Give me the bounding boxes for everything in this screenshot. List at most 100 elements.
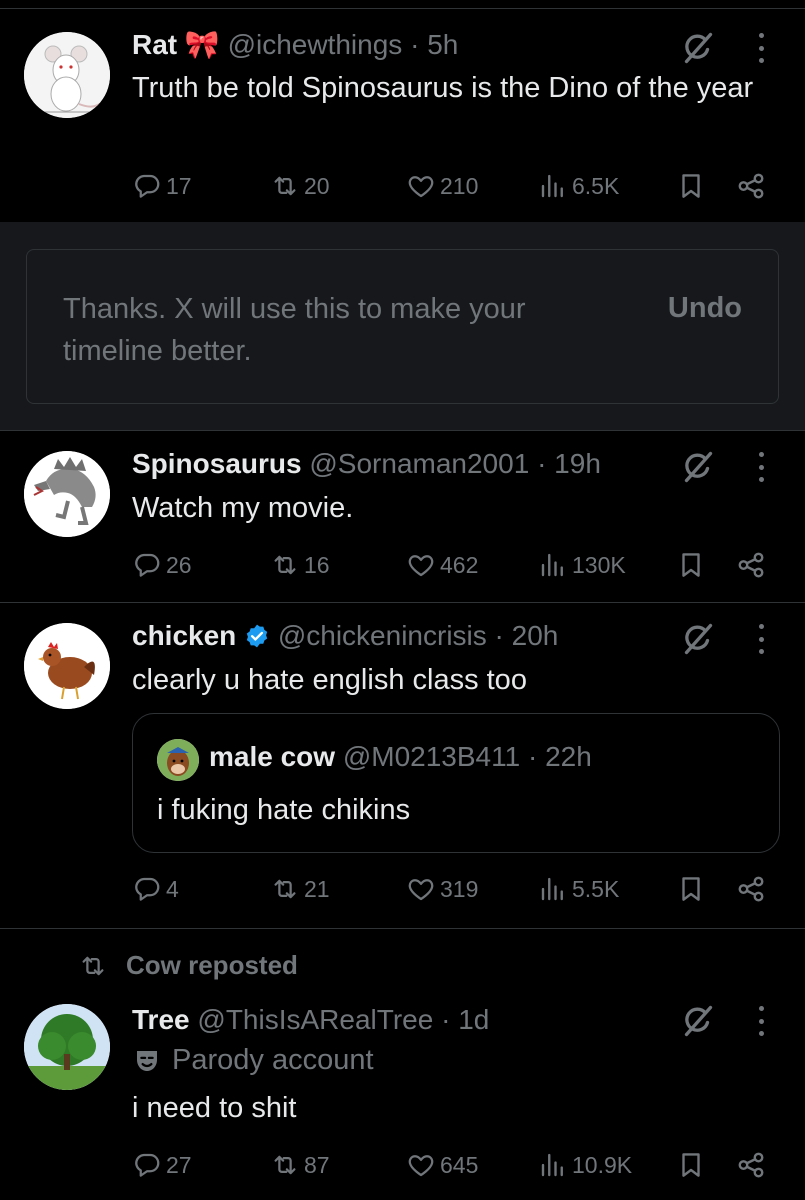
like-count: 319 — [440, 875, 479, 902]
views-icon — [538, 550, 568, 580]
more-options-icon[interactable] — [757, 33, 765, 63]
reply-button[interactable]: 26 — [132, 545, 192, 585]
handle[interactable]: @Sornaman2001 — [309, 448, 529, 479]
grok-icon[interactable] — [679, 621, 715, 657]
reply-button[interactable]: 27 — [132, 1145, 192, 1185]
repost-count: 20 — [304, 172, 330, 199]
heart-icon — [406, 171, 436, 201]
quote-handle[interactable]: @M0213B411 — [343, 741, 520, 772]
share-button[interactable] — [736, 550, 766, 585]
grok-icon[interactable] — [679, 30, 715, 66]
share-button[interactable] — [736, 874, 766, 909]
like-count: 210 — [440, 172, 479, 199]
timestamp[interactable]: 19h — [554, 448, 601, 479]
handle[interactable]: @ThisIsARealTree — [197, 1004, 433, 1035]
bookmark-button[interactable] — [676, 550, 706, 585]
handle[interactable]: @ichewthings — [228, 29, 403, 60]
tweet-spinosaurus[interactable]: Spinosaurus @Sornaman2001 · 19h Watch my… — [0, 431, 805, 602]
timestamp[interactable]: 20h — [512, 620, 559, 651]
views-button[interactable]: 6.5K — [538, 166, 619, 206]
bow-emoji: 🎀 — [184, 29, 220, 60]
feedback-notice-band: Thanks. X will use this to make your tim… — [0, 222, 805, 430]
heart-icon — [406, 874, 436, 904]
undo-button[interactable]: Undo — [668, 292, 742, 325]
views-icon — [538, 171, 568, 201]
grok-icon[interactable] — [679, 449, 715, 485]
bookmark-button[interactable] — [676, 874, 706, 909]
grok-icon[interactable] — [679, 1003, 715, 1039]
tweet-text: i need to shit — [132, 1092, 297, 1124]
tweet-header: Rat 🎀 @ichewthings · 5h — [132, 28, 458, 62]
separator-dot: · — [494, 620, 504, 651]
reply-count: 17 — [166, 172, 192, 199]
bookmark-button[interactable] — [676, 171, 706, 206]
reply-button[interactable]: 17 — [132, 166, 192, 206]
like-count: 645 — [440, 1151, 479, 1178]
notice-text: Thanks. X will use this to make your tim… — [63, 293, 526, 367]
like-button[interactable]: 210 — [406, 166, 478, 206]
spinosaurus-avatar-image — [24, 451, 110, 537]
bookmark-icon — [676, 171, 706, 201]
tweet-tree[interactable]: Tree @ThisIsARealTree · 1d i need to shi… — [0, 929, 805, 1200]
repost-icon — [270, 550, 300, 580]
tweet-rat[interactable]: Rat 🎀 @ichewthings · 5h Truth be told Sp… — [0, 0, 805, 222]
repost-button[interactable]: 16 — [270, 545, 330, 585]
action-bar: 17 20 210 6.5K — [132, 166, 772, 206]
quote-avatar[interactable] — [157, 739, 199, 781]
avatar[interactable] — [24, 451, 110, 537]
more-options-icon[interactable] — [757, 1006, 765, 1036]
display-name[interactable]: chicken — [132, 620, 236, 651]
action-bar: 26 16 462 130K — [132, 545, 772, 585]
views-button[interactable]: 10.9K — [538, 1145, 632, 1185]
reply-count: 26 — [166, 551, 192, 578]
like-button[interactable]: 319 — [406, 869, 478, 909]
verified-badge-icon — [246, 624, 268, 648]
reply-icon — [132, 171, 162, 201]
like-button[interactable]: 645 — [406, 1145, 478, 1185]
quote-display-name[interactable]: male cow — [209, 741, 335, 772]
separator-dot: · — [410, 29, 420, 60]
more-options-icon[interactable] — [757, 624, 765, 654]
share-icon — [736, 874, 766, 904]
heart-icon — [406, 550, 436, 580]
avatar[interactable] — [24, 32, 110, 118]
share-icon — [736, 550, 766, 580]
tweet-chicken[interactable]: chicken @chickenincrisis · 20h clearly u… — [0, 603, 805, 928]
tweet-header: Tree @ThisIsARealTree · 1d — [132, 1003, 489, 1037]
quote-timestamp[interactable]: 22h — [545, 741, 592, 772]
separator-dot: · — [537, 448, 547, 479]
avatar[interactable] — [24, 1004, 110, 1090]
share-button[interactable] — [736, 1150, 766, 1185]
action-bar: 4 21 319 5.5K — [132, 869, 772, 909]
timestamp[interactable]: 1d — [458, 1004, 489, 1035]
parody-label: Parody account — [132, 1044, 374, 1077]
reply-button[interactable]: 4 — [132, 869, 179, 909]
avatar[interactable] — [24, 623, 110, 709]
display-name[interactable]: Rat — [132, 29, 177, 60]
more-options-icon[interactable] — [757, 452, 765, 482]
views-icon — [538, 874, 568, 904]
tweet-menu — [679, 621, 765, 657]
timestamp[interactable]: 5h — [427, 29, 458, 60]
views-count: 10.9K — [572, 1151, 633, 1178]
display-name[interactable]: Spinosaurus — [132, 448, 302, 479]
quoted-tweet[interactable]: male cow @M0213B411 · 22h i fuking hate … — [132, 713, 780, 853]
views-button[interactable]: 5.5K — [538, 869, 619, 909]
handle[interactable]: @chickenincrisis — [278, 620, 487, 651]
bookmark-icon — [676, 550, 706, 580]
repost-icon — [270, 1150, 300, 1180]
like-button[interactable]: 462 — [406, 545, 478, 585]
views-icon — [538, 1150, 568, 1180]
tweet-header: chicken @chickenincrisis · 20h — [132, 619, 558, 653]
repost-button[interactable]: 21 — [270, 869, 330, 909]
parody-text: Parody account — [172, 1044, 374, 1076]
separator-dot: · — [527, 741, 538, 772]
display-name[interactable]: Tree — [132, 1004, 190, 1035]
tweet-menu — [679, 30, 765, 66]
views-count: 5.5K — [572, 875, 620, 902]
repost-button[interactable]: 20 — [270, 166, 330, 206]
share-button[interactable] — [736, 171, 766, 206]
repost-button[interactable]: 87 — [270, 1145, 330, 1185]
views-button[interactable]: 130K — [538, 545, 626, 585]
bookmark-button[interactable] — [676, 1150, 706, 1185]
